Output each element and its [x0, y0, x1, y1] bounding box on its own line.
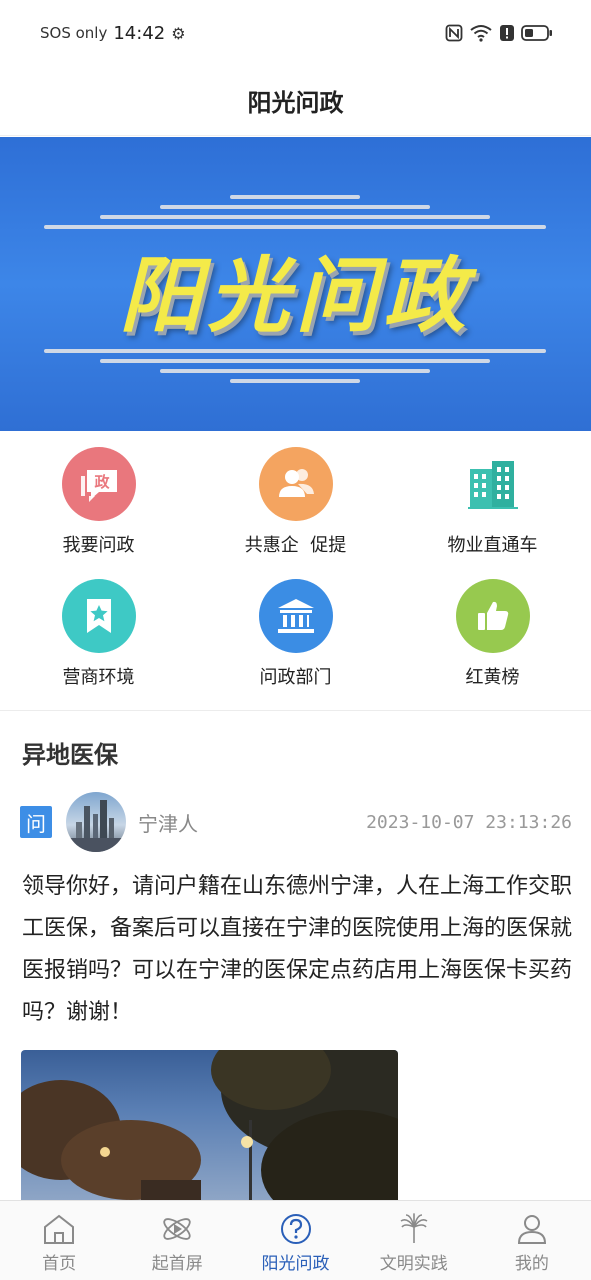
menu-label: 营商环境 — [62, 667, 135, 688]
menu-item-enterprise[interactable]: 共惠企 促提 — [197, 431, 394, 563]
clock: 14:42 — [113, 22, 166, 44]
banner-decor-line — [230, 379, 360, 383]
carrier-text: SOS only — [40, 24, 108, 42]
tab-wenming-shijian[interactable]: 文明实践 — [355, 1201, 473, 1280]
tab-label: 起首屏 — [151, 1254, 203, 1274]
banner-decor-line — [160, 369, 430, 373]
svg-text:政: 政 — [94, 473, 110, 491]
menu-item-departments[interactable]: 问政部门 — [197, 563, 394, 695]
menu-label: 共惠企 促提 — [244, 535, 347, 556]
tab-qishouping[interactable]: 起首屏 — [118, 1201, 236, 1280]
banner-decor-line — [160, 205, 430, 209]
wifi-icon — [470, 25, 492, 42]
building-icon — [456, 447, 530, 521]
author-name[interactable]: 宁津人 — [138, 808, 198, 837]
banner-decor-line — [100, 215, 490, 219]
menu-item-red-yellow-list[interactable]: 红黄榜 — [394, 563, 591, 695]
tab-label: 文明实践 — [379, 1254, 448, 1274]
tab-yangguang-wenzheng[interactable]: 阳光问政 — [236, 1201, 354, 1280]
alert-icon — [500, 25, 514, 41]
menu-label: 我要问政 — [62, 535, 135, 556]
banner-decor-line — [44, 349, 546, 353]
question-circle-icon — [280, 1214, 311, 1244]
menu-label: 红黄榜 — [465, 667, 520, 688]
banner[interactable]: 阳光问政 — [0, 137, 591, 431]
post-body[interactable]: 领导你好，请问户籍在山东德州宁津，人在上海工作交职工医保，备案后可以直接在宁津的… — [22, 866, 574, 1034]
tab-label: 我的 — [514, 1254, 549, 1274]
zheng-chat-icon: 政 — [61, 447, 136, 521]
menu-item-business-env[interactable]: 营商环境 — [0, 563, 197, 695]
tab-label: 阳光问政 — [261, 1254, 330, 1274]
post-title[interactable]: 异地医保 — [22, 735, 118, 770]
post-meta: 问 宁津人 2023-10-07 23:13:26 — [20, 792, 572, 852]
question-badge: 问 — [20, 806, 52, 838]
banner-decor-line — [230, 195, 360, 199]
menu-label: 物业直通车 — [447, 535, 538, 556]
users-icon — [258, 447, 333, 521]
avatar[interactable] — [66, 792, 126, 852]
settings-icon: ⚙ — [171, 23, 186, 43]
night-street-photo — [21, 1050, 398, 1202]
battery-icon — [521, 25, 552, 41]
banner-decor-line — [100, 359, 490, 363]
banner-title: 阳光问政 — [119, 249, 472, 344]
menu-label: 问政部门 — [259, 667, 332, 688]
bookmark-star-icon — [61, 579, 136, 653]
flame-emblem-icon — [400, 1213, 428, 1243]
institution-icon — [258, 579, 333, 653]
tab-label: 首页 — [42, 1254, 77, 1274]
thumbs-up-icon — [455, 579, 530, 653]
status-bar: SOS only 14:42 ⚙ — [0, 0, 591, 66]
quick-menu: 政 我要问政 共惠企 促提 物业直通车 营商环境 问政部门 红黄榜 — [0, 431, 591, 711]
menu-item-property[interactable]: 物业直通车 — [394, 431, 591, 563]
tab-bar: 首页 起首屏 阳光问政 文明实践 我的 — [0, 1200, 591, 1280]
atom-play-icon — [163, 1218, 191, 1240]
app-header: 阳光问政 — [0, 66, 591, 136]
tab-mine[interactable]: 我的 — [473, 1201, 591, 1280]
user-icon — [517, 1215, 546, 1244]
nfc-icon — [445, 24, 463, 42]
city-skyline-icon — [66, 800, 126, 852]
menu-item-ask[interactable]: 政 我要问政 — [0, 431, 197, 563]
post-photo[interactable] — [21, 1050, 398, 1202]
page-title: 阳光问政 — [247, 89, 344, 117]
post-timestamp: 2023-10-07 23:13:26 — [366, 811, 572, 833]
tab-home[interactable]: 首页 — [0, 1201, 118, 1280]
home-icon — [44, 1214, 75, 1244]
